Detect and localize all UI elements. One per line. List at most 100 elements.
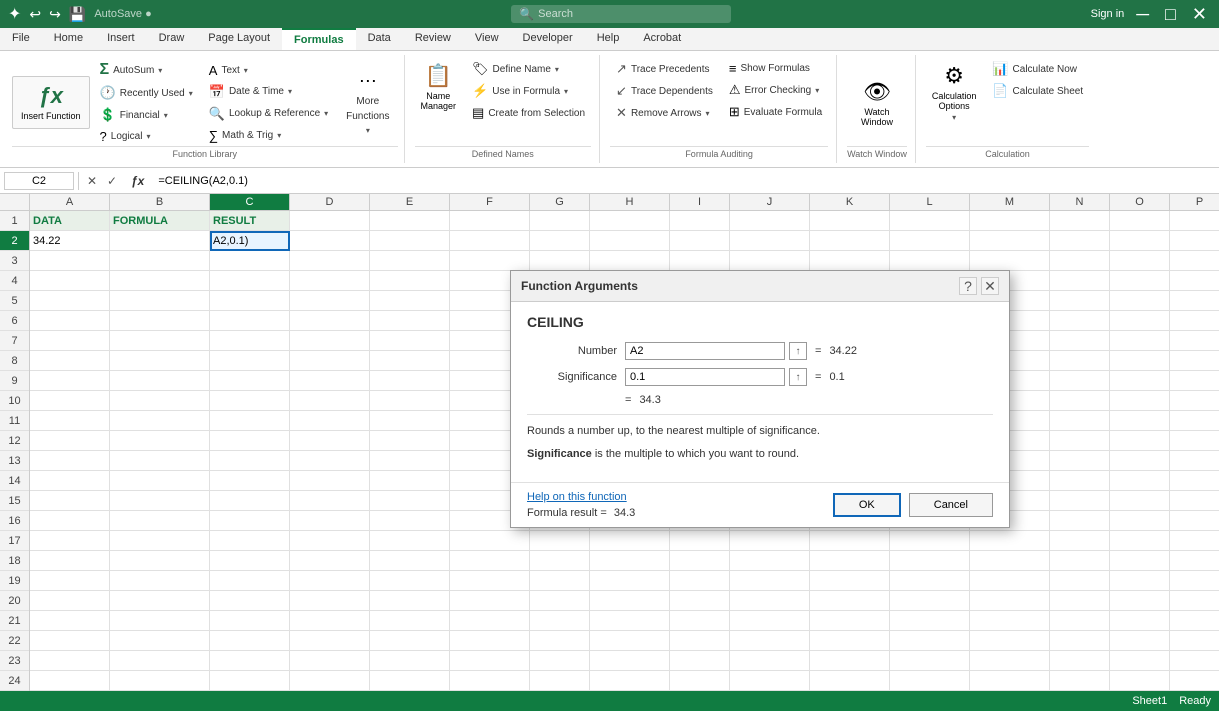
cell-a2[interactable]: 34.22	[30, 231, 110, 251]
cell-l18[interactable]	[890, 551, 970, 571]
cell-f22[interactable]	[450, 631, 530, 651]
cell-k22[interactable]	[810, 631, 890, 651]
cell-h1[interactable]	[590, 211, 670, 231]
cell-n1[interactable]	[1050, 211, 1110, 231]
cell-j1[interactable]	[730, 211, 810, 231]
cell-n19[interactable]	[1050, 571, 1110, 591]
datetime-btn[interactable]: 📅 Date & Time ▾	[203, 82, 334, 102]
row-num-23[interactable]: 23	[0, 651, 29, 671]
cell-d14[interactable]	[290, 471, 370, 491]
evaluate-formula-btn[interactable]: ⊞ Evaluate Formula	[723, 102, 828, 122]
cell-i23[interactable]	[670, 651, 730, 671]
cell-k23[interactable]	[810, 651, 890, 671]
cell-f19[interactable]	[450, 571, 530, 591]
col-header-f[interactable]: F	[450, 194, 530, 210]
row-num-4[interactable]: 4	[0, 271, 29, 291]
cell-d7[interactable]	[290, 331, 370, 351]
cell-k24[interactable]	[810, 671, 890, 691]
cell-m1[interactable]	[970, 211, 1050, 231]
cell-g24[interactable]	[530, 671, 590, 691]
cell-e16[interactable]	[370, 511, 450, 531]
cell-b20[interactable]	[110, 591, 210, 611]
cell-k19[interactable]	[810, 571, 890, 591]
cell-d18[interactable]	[290, 551, 370, 571]
cell-p7[interactable]	[1170, 331, 1219, 351]
cell-a7[interactable]	[30, 331, 110, 351]
cell-p5[interactable]	[1170, 291, 1219, 311]
cell-c6[interactable]	[210, 311, 290, 331]
function-arguments-dialog[interactable]: Function Arguments ? ✕ CEILING Number ↑ …	[510, 270, 1010, 528]
cell-c17[interactable]	[210, 531, 290, 551]
cell-c21[interactable]	[210, 611, 290, 631]
define-name-btn[interactable]: 🏷 Define Name ▾	[466, 59, 591, 79]
arg-significance-input[interactable]	[625, 368, 785, 386]
cell-n10[interactable]	[1050, 391, 1110, 411]
dialog-help-btn[interactable]: ?	[959, 277, 977, 295]
cell-o24[interactable]	[1110, 671, 1170, 691]
row-num-9[interactable]: 9	[0, 371, 29, 391]
cell-k2[interactable]	[810, 231, 890, 251]
cell-o17[interactable]	[1110, 531, 1170, 551]
cell-g19[interactable]	[530, 571, 590, 591]
use-in-formula-btn[interactable]: ⚡ Use in Formula ▾	[466, 81, 591, 101]
show-formulas-btn[interactable]: ≡ Show Formulas	[723, 59, 828, 78]
cell-p19[interactable]	[1170, 571, 1219, 591]
logical-dropdown-icon[interactable]: ▾	[146, 132, 150, 141]
cell-e14[interactable]	[370, 471, 450, 491]
col-header-b[interactable]: B	[110, 194, 210, 210]
cell-o16[interactable]	[1110, 511, 1170, 531]
row-num-11[interactable]: 11	[0, 411, 29, 431]
name-manager-btn[interactable]: 📋 NameManager	[415, 59, 463, 115]
row-num-8[interactable]: 8	[0, 351, 29, 371]
cell-b11[interactable]	[110, 411, 210, 431]
cell-e17[interactable]	[370, 531, 450, 551]
cell-h2[interactable]	[590, 231, 670, 251]
cell-e23[interactable]	[370, 651, 450, 671]
col-header-c[interactable]: C	[210, 194, 290, 210]
row-num-14[interactable]: 14	[0, 471, 29, 491]
close-btn[interactable]: ✕	[1188, 4, 1211, 25]
financial-dropdown-icon[interactable]: ▾	[164, 111, 168, 120]
help-link[interactable]: Help on this function	[527, 491, 635, 503]
cell-b19[interactable]	[110, 571, 210, 591]
cell-m18[interactable]	[970, 551, 1050, 571]
cell-g17[interactable]	[530, 531, 590, 551]
cell-j2[interactable]	[730, 231, 810, 251]
cell-c12[interactable]	[210, 431, 290, 451]
row-num-20[interactable]: 20	[0, 591, 29, 611]
calc-sheet-btn[interactable]: 📄 Calculate Sheet	[986, 81, 1089, 101]
cell-d6[interactable]	[290, 311, 370, 331]
tab-insert[interactable]: Insert	[95, 28, 147, 50]
cell-c4[interactable]	[210, 271, 290, 291]
cell-o22[interactable]	[1110, 631, 1170, 651]
cell-a24[interactable]	[30, 671, 110, 691]
cell-b6[interactable]	[110, 311, 210, 331]
cell-d16[interactable]	[290, 511, 370, 531]
cell-k21[interactable]	[810, 611, 890, 631]
tab-view[interactable]: View	[463, 28, 511, 50]
lookup-dropdown-icon[interactable]: ▾	[324, 109, 328, 118]
cell-o5[interactable]	[1110, 291, 1170, 311]
cell-o21[interactable]	[1110, 611, 1170, 631]
cell-c8[interactable]	[210, 351, 290, 371]
cell-b2[interactable]	[110, 231, 210, 251]
remove-arrows-btn[interactable]: ✕ Remove Arrows ▾	[610, 103, 719, 123]
cell-n17[interactable]	[1050, 531, 1110, 551]
cell-f3[interactable]	[450, 251, 530, 271]
cell-a6[interactable]	[30, 311, 110, 331]
cell-c7[interactable]	[210, 331, 290, 351]
cell-a13[interactable]	[30, 451, 110, 471]
cell-c10[interactable]	[210, 391, 290, 411]
row-num-15[interactable]: 15	[0, 491, 29, 511]
cell-d24[interactable]	[290, 671, 370, 691]
cell-p21[interactable]	[1170, 611, 1219, 631]
tab-file[interactable]: File	[0, 28, 42, 50]
cell-m23[interactable]	[970, 651, 1050, 671]
tab-help[interactable]: Help	[585, 28, 632, 50]
cell-e2[interactable]	[370, 231, 450, 251]
cancel-button[interactable]: Cancel	[909, 493, 993, 517]
autosum-btn[interactable]: Σ AutoSum ▾	[94, 59, 169, 81]
cell-b21[interactable]	[110, 611, 210, 631]
row-num-18[interactable]: 18	[0, 551, 29, 571]
sheet-tab[interactable]: Sheet1	[1132, 695, 1167, 707]
